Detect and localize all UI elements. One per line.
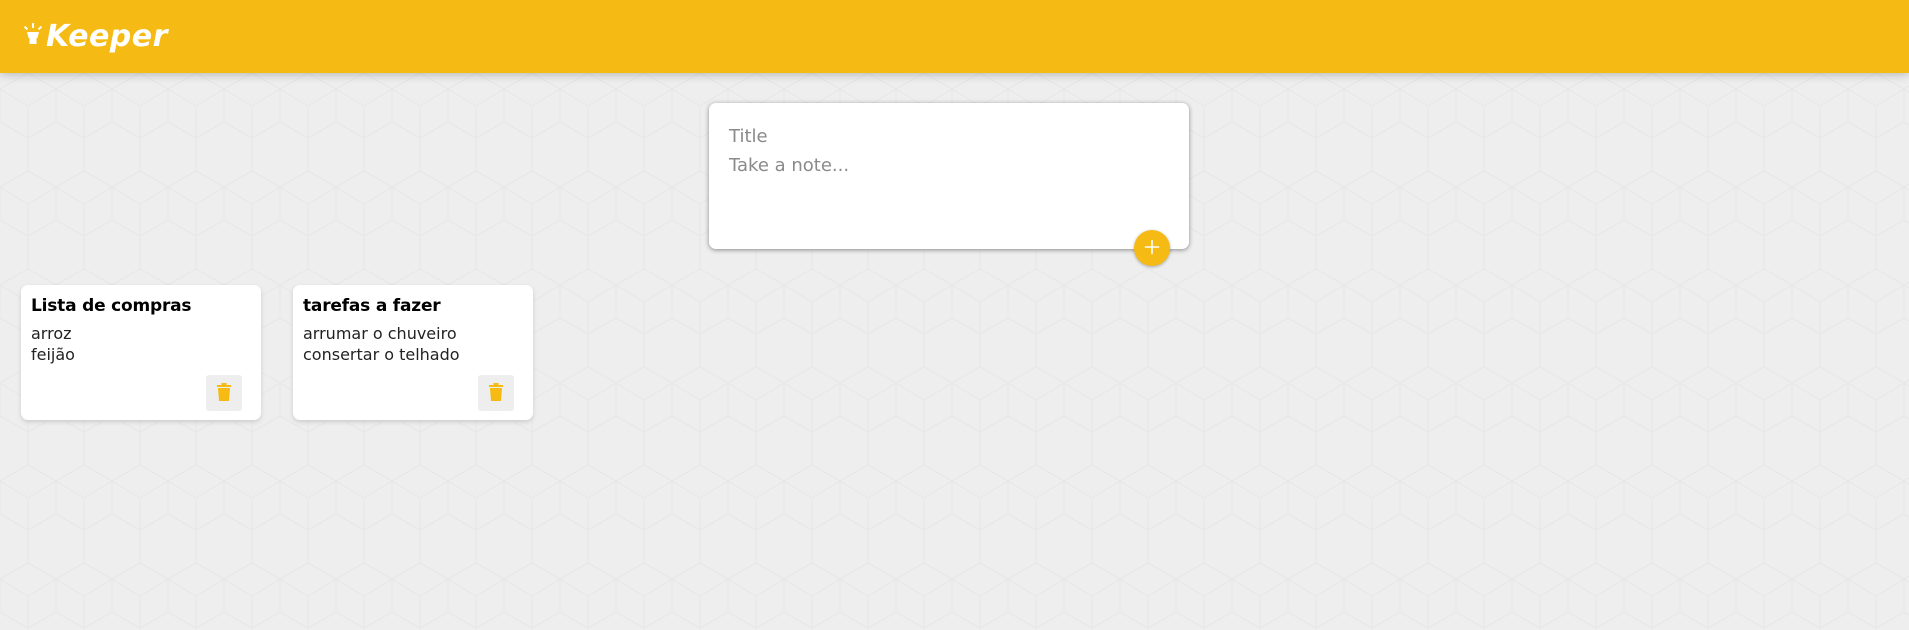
note-card: tarefas a fazer arrumar o chuveiro conse… [293,285,533,420]
trash-icon [489,382,503,404]
note-content-line: consertar o telhado [303,345,460,364]
app-title: Keeper [46,19,168,54]
note-title: Lista de compras [31,296,192,316]
delete-note-button[interactable] [206,375,242,411]
delete-note-button[interactable] [478,375,514,411]
app-header: Keeper [0,0,1909,73]
app-logo[interactable]: Keeper [22,0,168,73]
plus-icon [1144,239,1160,258]
note-title-input[interactable] [709,123,1189,149]
note-content-line: arrumar o chuveiro [303,324,457,343]
trash-icon [217,382,231,404]
create-note-form [709,103,1189,249]
note-title: tarefas a fazer [303,296,441,316]
note-content-input[interactable] [709,155,1189,215]
lightbulb-icon [22,20,44,54]
note-content-line: arroz [31,324,72,343]
note-card: Lista de compras arroz feijão [21,285,261,420]
add-note-button[interactable] [1134,230,1170,266]
note-content-line: feijão [31,345,75,364]
